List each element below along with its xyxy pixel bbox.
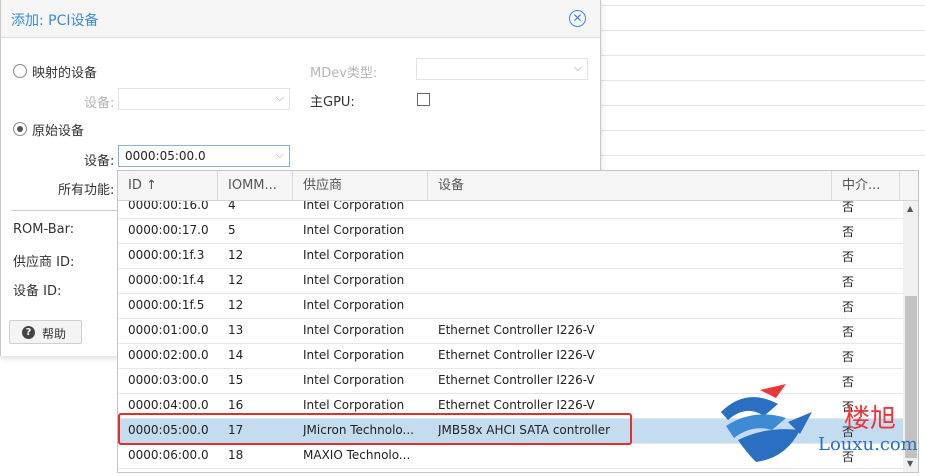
cell-vendor: Intel Corporation <box>303 373 405 387</box>
cell-device: Ethernet Controller I226-V <box>438 323 595 337</box>
table-row[interactable]: 0000:00:17.0 5 Intel Corporation 否 <box>118 219 903 244</box>
cell-mediated: 否 <box>842 325 855 339</box>
cell-iommu: 14 <box>228 348 244 362</box>
raw-device-label: 原始设备 <box>32 124 85 139</box>
grid-header: ID ↑ IOMM... 供应商 设备 中介... <box>118 171 918 201</box>
chevron-down-icon: ⌵ <box>275 148 284 161</box>
cell-vendor: MAXIO Technolo... <box>303 448 411 462</box>
watermark: 楼旭 Louxu.com <box>716 382 925 473</box>
mapped-device-label: 映射的设备 <box>32 66 98 81</box>
primary-gpu-checkbox[interactable] <box>417 93 430 106</box>
help-button[interactable]: ? 帮助 <box>9 320 82 344</box>
column-header-iommu[interactable]: IOMM... <box>218 171 293 201</box>
table-row[interactable]: 0000:00:1f.5 12 Intel Corporation 否 <box>118 294 903 319</box>
background-divider <box>600 5 925 6</box>
table-row[interactable]: 0000:02:00.0 14 Intel Corporation Ethernet … <box>118 344 903 369</box>
cell-iommu: 12 <box>228 248 244 262</box>
table-row[interactable]: 0000:00:1f.4 12 Intel Corporation 否 <box>118 269 903 294</box>
help-button-label: 帮助 <box>42 327 67 341</box>
cell-mediated: 否 <box>842 250 855 264</box>
scroll-up-icon[interactable]: ▲ <box>907 204 913 213</box>
raw-device-value: 0000:05:00.0 <box>125 149 206 163</box>
cell-vendor: Intel Corporation <box>303 348 405 362</box>
watermark-logo-icon <box>721 384 812 462</box>
cell-id: 0000:00:1f.3 <box>128 248 205 262</box>
cell-id: 0000:00:1f.4 <box>128 273 205 287</box>
mapped-device-select[interactable]: ⌵ <box>118 88 290 110</box>
background-divider <box>600 55 925 56</box>
cell-id: 0000:00:17.0 <box>128 223 209 237</box>
mdev-type-label: MDev类型: <box>310 66 378 81</box>
cell-iommu: 13 <box>228 323 244 337</box>
all-functions-label: 所有功能: <box>58 183 115 198</box>
cell-iommu: 18 <box>228 448 244 462</box>
table-row[interactable]: 0000:00:1f.3 12 Intel Corporation 否 <box>118 244 903 269</box>
watermark-cn-text: 楼旭 <box>844 404 897 434</box>
dialog-title: 添加: PCI设备 <box>11 13 99 29</box>
background-divider <box>600 130 925 131</box>
column-header-vendor[interactable]: 供应商 <box>293 171 428 201</box>
cell-iommu: 15 <box>228 373 244 387</box>
cell-id: 0000:06:00.0 <box>128 448 209 462</box>
divider <box>11 210 119 211</box>
background-divider <box>600 30 925 31</box>
rombar-label: ROM-Bar: <box>13 222 75 237</box>
cell-mediated: 否 <box>842 350 855 364</box>
cell-vendor: Intel Corporation <box>303 323 405 337</box>
chevron-down-icon: ⌵ <box>275 91 284 104</box>
mapped-device-field-label: 设备: <box>84 96 115 111</box>
cell-id: 0000:04:00.0 <box>128 398 209 412</box>
mapped-device-radio[interactable] <box>13 64 27 78</box>
mdev-type-select[interactable]: ⌵ <box>416 58 588 80</box>
cell-mediated: 否 <box>842 225 855 239</box>
cell-id: 0000:01:00.0 <box>128 323 209 337</box>
selection-highlight-box <box>118 413 632 445</box>
cell-vendor: Intel Corporation <box>303 398 405 412</box>
watermark-en-text: Louxu.com <box>818 434 918 455</box>
column-header-mediated[interactable]: 中介... <box>832 171 900 201</box>
cell-mediated: 否 <box>842 275 855 289</box>
table-row[interactable]: 0000:01:00.0 13 Intel Corporation Ethernet … <box>118 319 903 344</box>
cell-vendor: Intel Corporation <box>303 298 405 312</box>
question-icon: ? <box>22 326 35 339</box>
column-header-id[interactable]: ID ↑ <box>118 171 218 201</box>
background-divider <box>600 155 925 156</box>
cell-id: 0000:03:00.0 <box>128 373 209 387</box>
raw-device-select[interactable]: 0000:05:00.0 ⌵ <box>118 145 290 167</box>
raw-device-field-label: 设备: <box>84 154 115 169</box>
vendor-id-label: 供应商 ID: <box>13 255 75 270</box>
chevron-down-icon: ⌵ <box>573 61 582 74</box>
cell-iommu: 12 <box>228 298 244 312</box>
cell-vendor: Intel Corporation <box>303 223 405 237</box>
cell-id: 0000:02:00.0 <box>128 348 209 362</box>
close-icon[interactable]: ✕ <box>569 10 586 27</box>
background-divider <box>600 105 925 106</box>
cell-iommu: 5 <box>228 223 236 237</box>
raw-device-radio[interactable] <box>13 122 27 136</box>
cell-iommu: 16 <box>228 398 244 412</box>
cell-device: Ethernet Controller I226-V <box>438 348 595 362</box>
device-id-label: 设备 ID: <box>13 284 62 299</box>
column-header-device[interactable]: 设备 <box>428 171 832 201</box>
dialog-header: 添加: PCI设备 ✕ <box>1 0 600 38</box>
background-divider <box>600 80 925 81</box>
cell-mediated: 否 <box>842 300 855 314</box>
cell-id: 0000:00:1f.5 <box>128 298 205 312</box>
cell-vendor: Intel Corporation <box>303 248 405 262</box>
cell-vendor: Intel Corporation <box>303 273 405 287</box>
cell-iommu: 12 <box>228 273 244 287</box>
primary-gpu-label: 主GPU: <box>310 95 355 110</box>
